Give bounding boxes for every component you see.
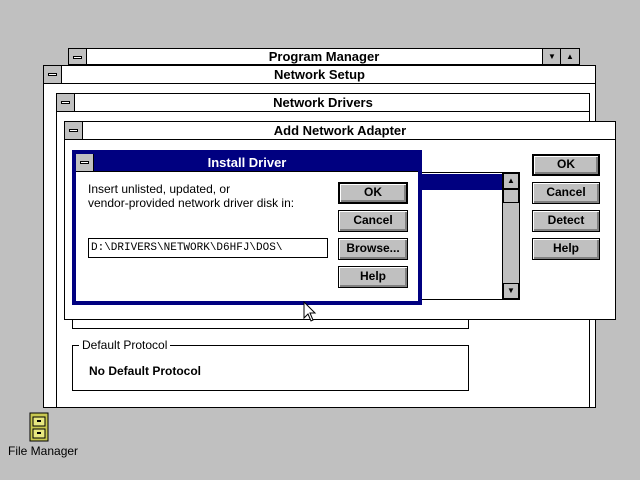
window-title: Program Manager: [268, 49, 380, 64]
scroll-up-icon[interactable]: ▲: [503, 173, 519, 189]
adapter-list-scrollbar[interactable]: ▲ ▼: [502, 173, 519, 299]
install-help-button[interactable]: Help: [338, 266, 408, 288]
default-protocol-group: Default Protocol No Default Protocol: [72, 338, 469, 391]
adapter-help-button[interactable]: Help: [532, 238, 600, 260]
install-browse-button[interactable]: Browse...: [338, 238, 408, 260]
system-menu-icon[interactable]: [69, 49, 87, 64]
system-menu-icon[interactable]: [44, 66, 62, 83]
system-menu-icon[interactable]: [57, 94, 75, 111]
driver-path-input[interactable]: D:\DRIVERS\NETWORK\D6HFJ\DOS\: [88, 238, 328, 258]
install-cancel-button[interactable]: Cancel: [338, 210, 408, 232]
window-title: Network Setup: [273, 67, 365, 82]
add-adapter-titlebar[interactable]: Add Network Adapter: [65, 122, 615, 140]
file-cabinet-icon: [29, 412, 49, 442]
install-driver-titlebar[interactable]: Install Driver: [76, 154, 418, 172]
instructions-line-2: vendor-provided network driver disk in:: [88, 196, 295, 210]
scroll-down-icon[interactable]: ▼: [503, 283, 519, 299]
adapter-detect-button[interactable]: Detect: [532, 210, 600, 232]
file-manager-label: File Manager: [8, 444, 79, 458]
minimize-icon[interactable]: ▼: [542, 49, 561, 64]
maximize-icon[interactable]: ▲: [560, 49, 579, 64]
window-title: Add Network Adapter: [273, 123, 407, 138]
window-title: Network Drivers: [273, 95, 373, 110]
scroll-thumb[interactable]: [503, 189, 519, 203]
file-manager-desktop-icon[interactable]: File Manager: [8, 410, 78, 460]
system-menu-icon[interactable]: [65, 122, 83, 139]
adapter-cancel-button[interactable]: Cancel: [532, 182, 600, 204]
dialog-title: Install Driver: [207, 155, 287, 170]
instructions-line-1: Insert unlisted, updated, or: [88, 182, 231, 196]
desktop: { "windows": { "program_manager": { "tit…: [0, 0, 640, 480]
install-driver-dialog: Install Driver Insert unlisted, updated,…: [72, 150, 422, 305]
default-protocol-value: No Default Protocol: [89, 364, 202, 378]
program-manager-titlebar[interactable]: Program Manager ▼ ▲: [69, 49, 579, 65]
system-menu-icon[interactable]: [76, 154, 94, 171]
default-protocol-title: Default Protocol: [79, 338, 171, 352]
network-setup-titlebar[interactable]: Network Setup: [44, 66, 595, 84]
install-ok-button[interactable]: OK: [338, 182, 408, 204]
mouse-pointer-icon: [303, 301, 317, 322]
adapter-ok-button[interactable]: OK: [532, 154, 600, 176]
network-drivers-titlebar[interactable]: Network Drivers: [57, 94, 589, 112]
